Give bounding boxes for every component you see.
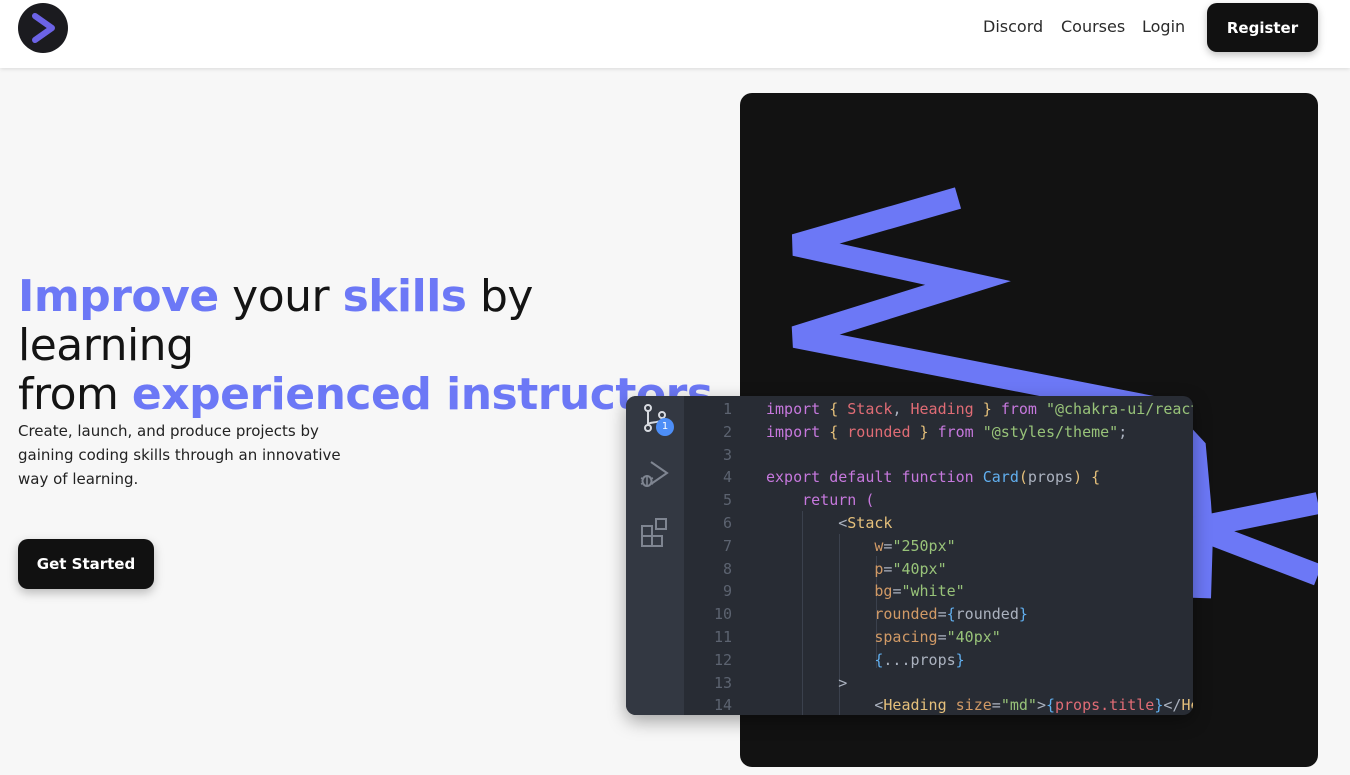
line-number: 3	[722, 445, 732, 464]
get-started-button[interactable]: Get Started	[18, 539, 154, 589]
code-text: export default function Card(props) {	[766, 468, 1101, 487]
code-text: <Heading size="md">{props.title}</Headin…	[874, 696, 1193, 715]
hero-title: Improve your skills by learning from exp…	[18, 272, 718, 419]
code-text: bg="white"	[874, 582, 965, 601]
run-debug-icon[interactable]	[639, 458, 671, 490]
code-text: p="40px"	[874, 559, 947, 578]
code-line: 6 <Stack	[684, 512, 1193, 535]
hero-subtitle: Create, launch, and produce projects by …	[18, 422, 341, 488]
line-number: 9	[722, 582, 732, 601]
code-text: import { Stack, Heading } from "@chakra-…	[766, 400, 1193, 418]
line-number: 7	[722, 536, 732, 555]
source-control-badge: 1	[656, 418, 674, 436]
code-text: <Stack	[838, 513, 893, 532]
code-line: 2 import { rounded } from "@styles/theme"…	[684, 421, 1193, 444]
line-number: 13	[713, 673, 732, 692]
code-text: import { rounded } from "@styles/theme";	[766, 422, 1128, 441]
code-line: 10 rounded={rounded}	[684, 603, 1193, 626]
hero-title-improve: Improve	[18, 271, 219, 322]
code-line: 3	[684, 444, 1193, 467]
register-button[interactable]: Register	[1207, 3, 1318, 52]
code-text: {...props}	[874, 650, 965, 669]
code-line: 9 bg="white"	[684, 580, 1193, 603]
top-nav-bar: Discord Courses Login Register	[0, 0, 1350, 68]
line-number: 1	[722, 400, 732, 418]
code-text: w="250px"	[874, 536, 956, 555]
line-number: 8	[722, 559, 732, 578]
logo-chevron-icon	[32, 13, 55, 43]
code-text: >	[838, 673, 848, 692]
hero-title-from: from	[18, 369, 132, 420]
line-number: 12	[713, 650, 732, 669]
code-line: 13 >	[684, 672, 1193, 695]
code-text: spacing="40px"	[874, 627, 1001, 646]
nav-link-discord[interactable]: Discord	[983, 17, 1043, 36]
line-number: 14	[713, 696, 732, 715]
code-line: 4 export default function Card(props) {	[684, 466, 1193, 489]
line-number: 6	[722, 513, 732, 532]
code-line: 5 return (	[684, 489, 1193, 512]
nav-link-courses[interactable]: Courses	[1061, 17, 1125, 36]
line-number: 4	[722, 468, 732, 487]
code-line: 7 w="250px"	[684, 535, 1193, 558]
hero-title-your: your	[218, 271, 343, 322]
code-line: 12 {...props}	[684, 649, 1193, 672]
logo[interactable]	[18, 3, 68, 53]
hero-title-skills: skills	[342, 271, 467, 322]
code-line: 8 p="40px"	[684, 558, 1193, 581]
extensions-icon[interactable]	[639, 516, 671, 548]
code-line: 1 import { Stack, Heading } from "@chakra…	[684, 398, 1193, 421]
editor-activity-bar: 1	[626, 396, 684, 715]
nav-link-login[interactable]: Login	[1142, 17, 1185, 36]
code-line: 14 <Heading size="md">{props.title}</Hea…	[684, 694, 1193, 715]
code-text: rounded={rounded}	[874, 605, 1028, 624]
line-number: 11	[713, 627, 732, 646]
line-number: 10	[713, 605, 732, 624]
code-area[interactable]: 1 import { Stack, Heading } from "@chakra…	[684, 398, 1193, 715]
code-line: 11 spacing="40px"	[684, 626, 1193, 649]
line-number: 5	[722, 491, 732, 510]
code-editor-window: 1 1 import { Stack, Heading } from "@chak…	[626, 396, 1193, 715]
line-number: 2	[722, 422, 732, 441]
code-text: return (	[802, 491, 875, 510]
